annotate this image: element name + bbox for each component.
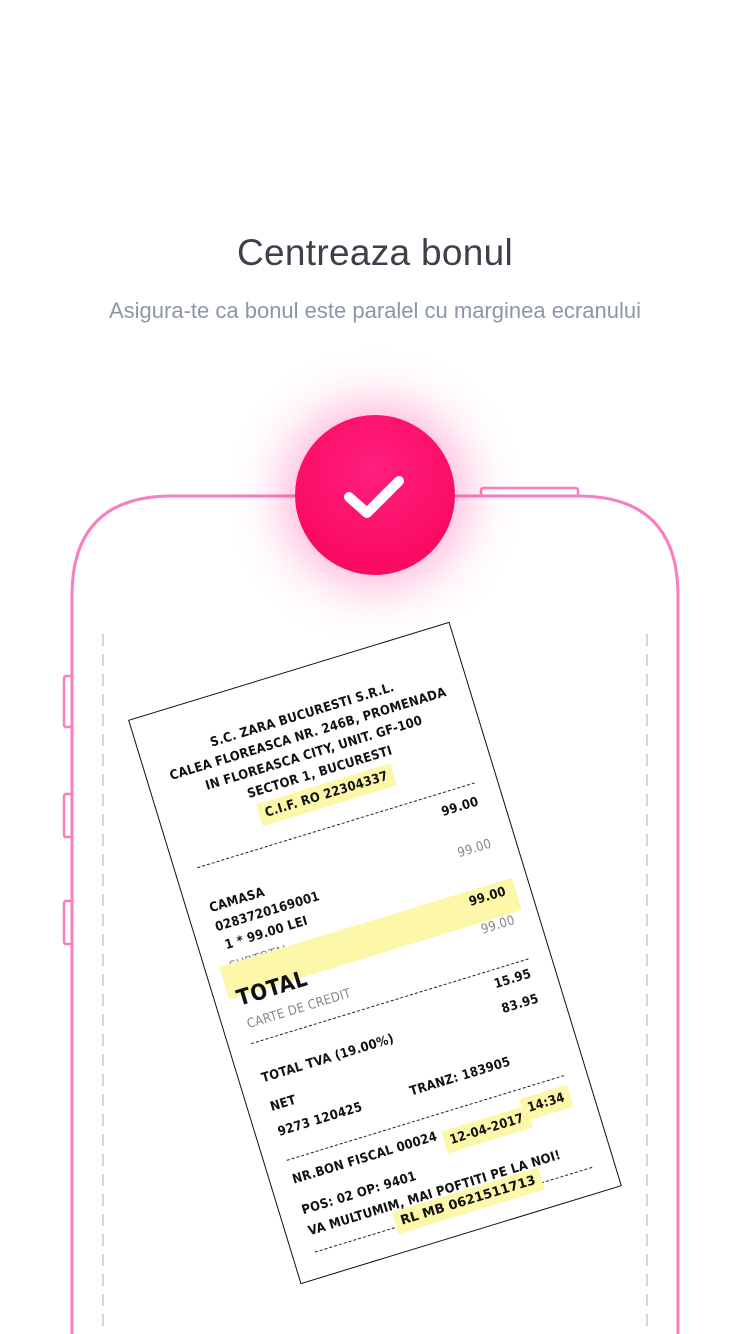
receipt-tranz: TRANZ: 183905 — [408, 1054, 513, 1100]
receipt-time: 14:34 — [518, 1084, 574, 1122]
receipt-net-value: 83.95 — [499, 991, 541, 1017]
checkmark-icon — [344, 476, 404, 518]
receipt-item-price: 99.00 — [439, 794, 481, 820]
receipt-tva-label: TOTAL TVA (19.00%) — [259, 1031, 396, 1087]
phone-volume-down — [62, 899, 71, 946]
success-check-badge — [295, 415, 455, 575]
receipt-net-label: NET — [268, 1092, 299, 1115]
phone-mute-switch — [62, 674, 71, 729]
screen: Centreaza bonul Asigura-te ca bonul este… — [0, 0, 750, 1334]
receipt-item-price-gray: 99.00 — [455, 836, 494, 862]
receipt-date: 12-04-2017 — [441, 1105, 533, 1154]
phone-volume-up — [62, 792, 71, 839]
receipt-tva-value: 15.95 — [492, 966, 534, 993]
